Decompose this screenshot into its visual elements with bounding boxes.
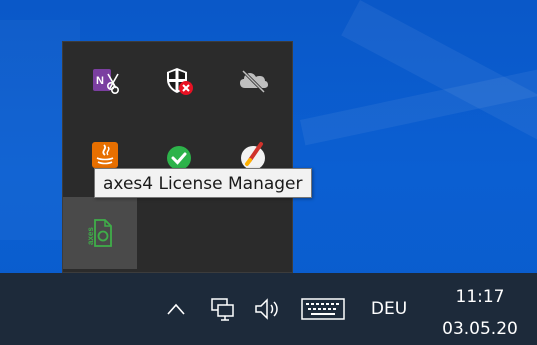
axes4-license-manager-icon: axes — [86, 219, 112, 247]
show-hidden-icons-button[interactable] — [163, 273, 189, 345]
network-button[interactable] — [205, 273, 239, 345]
svg-text:axes: axes — [86, 227, 95, 245]
paint-brush-icon — [241, 142, 265, 170]
tray-icon-onenote[interactable]: N — [68, 45, 142, 117]
network-icon — [211, 298, 234, 321]
chevron-up-icon — [167, 303, 185, 315]
windows-security-warning-icon — [167, 68, 193, 95]
green-check-icon — [167, 146, 191, 170]
onedrive-offline-icon — [240, 69, 268, 94]
svg-text:N: N — [96, 75, 104, 87]
speaker-volume-icon — [255, 298, 278, 320]
onenote-send-icon: N — [93, 69, 119, 94]
volume-button[interactable] — [250, 273, 286, 345]
hidden-icons-flyout: N axes — [62, 41, 293, 273]
keyboard-icon — [301, 298, 345, 320]
taskbar: DEU 11:17 03.05.20 — [0, 273, 537, 345]
tray-icon-onedrive[interactable] — [216, 45, 290, 117]
tray-icon-axes4-license-manager[interactable]: axes — [63, 197, 137, 269]
clock-button[interactable]: 11:17 03.05.20 — [425, 273, 535, 345]
desktop: N axes axes4 License Manager DEU 11:17 0… — [0, 0, 537, 345]
input-language-button[interactable]: DEU — [362, 273, 416, 345]
touch-keyboard-button[interactable] — [298, 273, 348, 345]
tooltip: axes4 License Manager — [94, 168, 312, 198]
clock-date: 03.05.20 — [442, 319, 518, 339]
java-icon — [92, 142, 118, 168]
input-language-label: DEU — [370, 299, 408, 319]
tray-icon-windows-security[interactable] — [142, 45, 216, 117]
clock-time: 11:17 — [455, 287, 505, 307]
